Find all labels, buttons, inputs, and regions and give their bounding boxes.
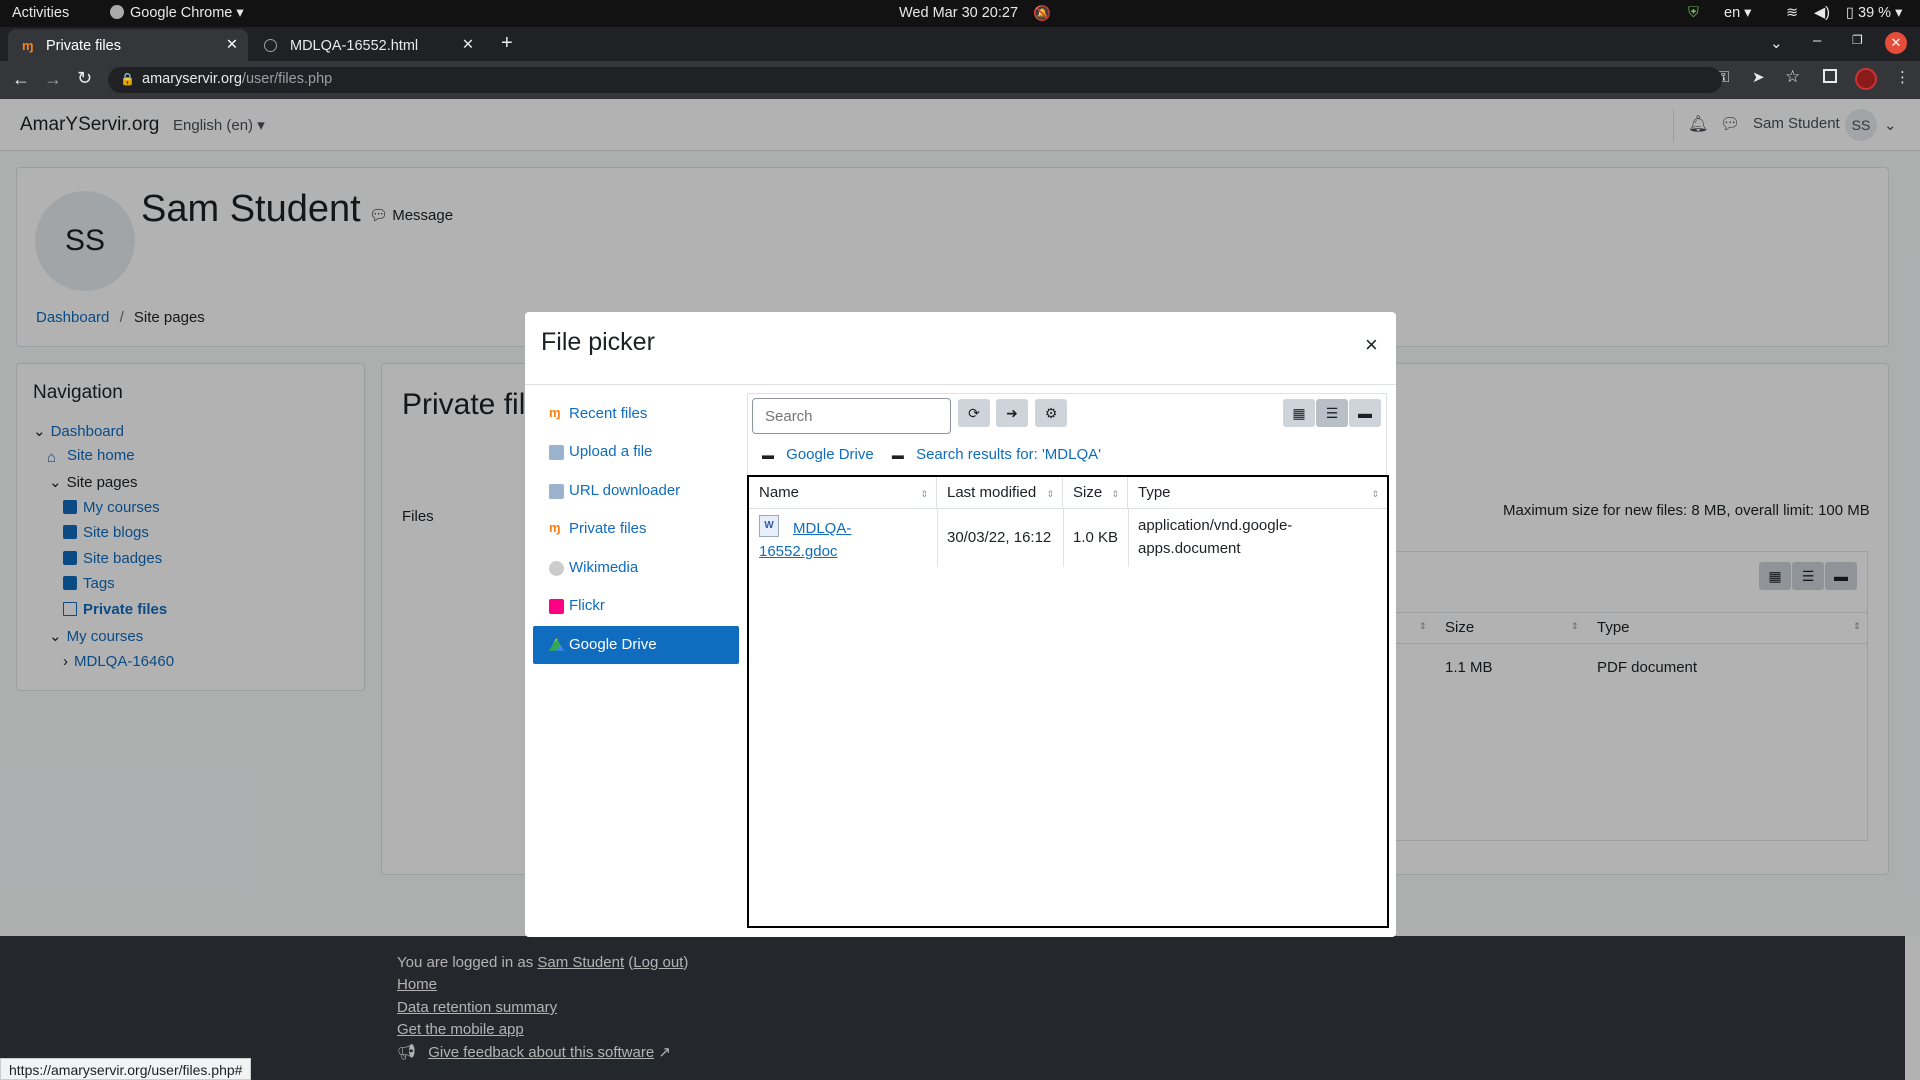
table-row[interactable]: W MDLQA- 16552.gdoc 30/03/22, 16:12 1.0 … — [749, 509, 1387, 567]
file-size: 1.0 KB — [1073, 529, 1119, 546]
path-google-drive[interactable]: Google Drive — [786, 446, 874, 463]
repo-recent-files[interactable]: ɱ Recent files — [533, 395, 739, 433]
modal-title: File picker — [541, 328, 655, 356]
file-picker-modal: File picker × ɱ Recent files Upload a fil… — [525, 312, 1396, 937]
back-icon[interactable]: ← — [12, 69, 30, 90]
new-tab-button[interactable]: + — [501, 32, 513, 55]
reload-icon[interactable]: ↻ — [77, 68, 92, 89]
sort-icon: ⇕ — [1111, 489, 1119, 499]
file-list-header: Name ⇕ Last modified ⇕ Size ⇕ Type ⇕ — [749, 477, 1387, 509]
path-bar: ▬ Google Drive ▬ Search results for: 'MD… — [762, 446, 1101, 463]
file-name-line2[interactable]: 16552.gdoc — [759, 543, 837, 560]
lock-icon: 🔒 — [120, 72, 135, 86]
file-type-line2: apps.document — [1138, 540, 1241, 557]
os-top-bar: Activities Google Chrome ▾ Wed Mar 30 20… — [0, 0, 1920, 27]
sort-icon: ⇕ — [1371, 489, 1379, 499]
col-type[interactable]: Type ⇕ — [1128, 477, 1387, 509]
col-last-modified[interactable]: Last modified ⇕ — [937, 477, 1063, 509]
wikimedia-icon — [549, 561, 564, 576]
file-name-line1[interactable]: MDLQA- — [793, 520, 851, 537]
minimize-button[interactable]: – — [1813, 32, 1821, 49]
close-tab-icon[interactable]: ✕ — [226, 37, 238, 53]
sort-icon: ⇕ — [920, 489, 928, 499]
col-size[interactable]: Size ⇕ — [1063, 477, 1128, 509]
refresh-icon[interactable]: ⟳ — [958, 399, 990, 427]
folder-view-icon[interactable]: ▬ — [1349, 399, 1381, 427]
path-search-results[interactable]: Search results for: 'MDLQA' — [916, 446, 1101, 463]
url-icon — [549, 484, 564, 499]
clock[interactable]: Wed Mar 30 20:27 — [899, 5, 1018, 21]
restore-button[interactable]: ❐ — [1852, 33, 1863, 47]
file-list: Name ⇕ Last modified ⇕ Size ⇕ Type ⇕ W MDLQA… — [747, 475, 1389, 928]
wifi-icon: ≋ — [1786, 5, 1799, 21]
close-tab-icon[interactable]: ✕ — [462, 37, 474, 53]
flickr-icon — [549, 599, 564, 614]
repo-upload-file[interactable]: Upload a file — [533, 433, 739, 471]
modal-divider — [525, 384, 1396, 385]
settings-icon[interactable]: ⚙ — [1035, 399, 1067, 427]
list-view-icon[interactable]: ☰ — [1316, 399, 1348, 427]
address-bar[interactable]: 🔒 AmarYServir.org amaryservir.org/user/f… — [108, 67, 1722, 93]
chrome-app-menu[interactable]: Google Chrome ▾ — [110, 5, 244, 21]
moodle-favicon-icon: ɱ — [22, 38, 34, 53]
url-host: amaryservir.org — [142, 71, 242, 87]
file-type-line1: application/vnd.google- — [1138, 517, 1293, 534]
moodle-icon: ɱ — [549, 520, 561, 535]
tab-search-icon[interactable]: ⌄ — [1770, 34, 1783, 52]
repo-url-downloader[interactable]: URL downloader — [533, 472, 739, 510]
battery-indicator[interactable]: ▯ 39 % ▾ — [1846, 5, 1902, 21]
volume-icon: ◀) — [1814, 5, 1830, 21]
bookmark-star-icon[interactable]: ☆ — [1785, 67, 1800, 87]
send-icon[interactable]: ➤ — [1752, 68, 1765, 86]
browser-tab-strip: ɱ Private files ✕ MDLQA-16552.html ✕ + ⌄… — [0, 27, 1920, 61]
moodle-icon: ɱ — [549, 405, 561, 420]
dnd-bell-icon: 🔕 — [1033, 6, 1052, 22]
tab-private-files[interactable]: ɱ Private files ✕ — [8, 29, 248, 61]
language-indicator[interactable]: en ▾ — [1724, 5, 1751, 21]
activities-button[interactable]: Activities — [12, 5, 69, 21]
repo-private-files[interactable]: ɱ Private files — [533, 510, 739, 548]
upload-icon — [549, 445, 564, 460]
document-icon: W — [759, 515, 779, 537]
forward-icon[interactable]: → — [44, 69, 62, 90]
google-drive-icon — [549, 638, 564, 651]
globe-favicon-icon — [264, 39, 277, 52]
repo-flickr[interactable]: Flickr — [533, 587, 739, 625]
shield-icon: ⛨ — [1688, 5, 1699, 21]
close-window-button[interactable]: ✕ — [1885, 32, 1907, 54]
url-path: /user/files.php — [241, 71, 333, 87]
status-url-bubble: https://amaryservir.org/user/files.php# — [0, 1058, 252, 1080]
sort-icon: ⇕ — [1046, 489, 1054, 499]
repo-wikimedia[interactable]: Wikimedia — [533, 549, 739, 587]
folder-icon: ▬ — [891, 448, 904, 462]
grid-view-icon[interactable]: ▦ — [1283, 399, 1315, 427]
file-picker-toolbar: ⟳ ➜ ⚙ ▦ ☰ ▬ ▬ Google Drive ▬ Search resu… — [747, 393, 1387, 475]
folder-icon: ▬ — [762, 448, 774, 462]
side-panel-icon[interactable] — [1823, 69, 1837, 83]
chrome-menu-icon[interactable]: ⋮ — [1895, 68, 1910, 86]
profile-avatar[interactable] — [1855, 68, 1877, 90]
search-input[interactable] — [752, 398, 951, 434]
chrome-icon — [110, 5, 124, 19]
modal-close-button[interactable]: × — [1365, 332, 1378, 358]
col-name[interactable]: Name ⇕ — [749, 477, 937, 509]
file-last-modified: 30/03/22, 16:12 — [947, 529, 1052, 546]
logout-icon[interactable]: ➜ — [996, 399, 1028, 427]
repo-google-drive[interactable]: Google Drive — [533, 626, 739, 664]
tab-mdlqa-html[interactable]: MDLQA-16552.html ✕ — [252, 29, 484, 61]
